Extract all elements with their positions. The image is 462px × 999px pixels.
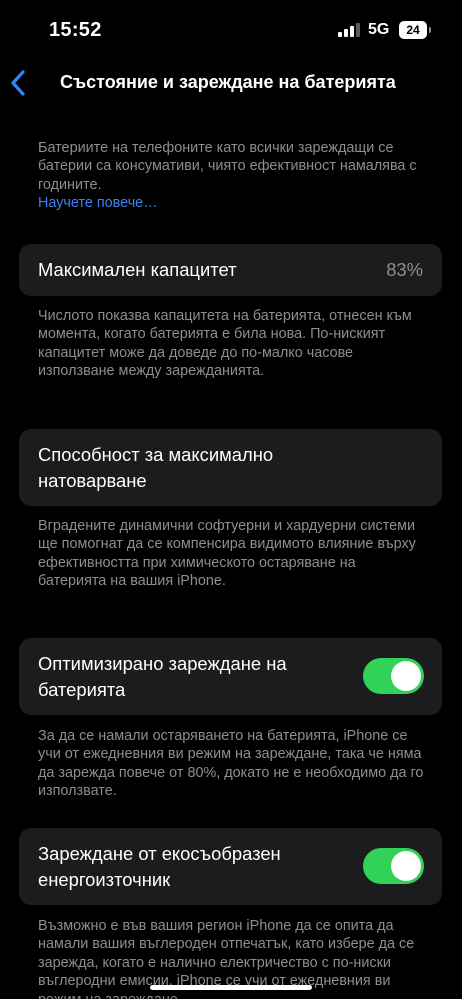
- optimized-charging-label: Оптимизирано зареждане на батерията: [38, 653, 287, 700]
- clean-energy-label: Зареждане от екосъобразен енергоизточник: [38, 843, 281, 890]
- home-indicator[interactable]: [150, 985, 312, 990]
- navigation-bar: Състояние и зареждане на батерията: [0, 60, 462, 110]
- peak-performance-label: Способност за максимално натоварване: [38, 444, 274, 491]
- max-capacity-label: Максимален капацитет: [38, 259, 237, 280]
- optimized-charging-footer: За да се намали остаряването на батерият…: [38, 728, 424, 800]
- page-title: Състояние и зареждане на батерията: [60, 72, 396, 92]
- intro-section: Батериите на телефоните като всички заре…: [38, 139, 424, 213]
- optimized-charging-row: Оптимизирано зареждане на батерията: [19, 638, 442, 715]
- battery-icon: 24: [399, 21, 427, 39]
- peak-performance-footer: Вградените динамични софтуерни и хардуер…: [38, 518, 416, 590]
- learn-more-link[interactable]: Научете повече…: [38, 194, 424, 212]
- max-capacity-value: 83%: [386, 259, 423, 280]
- chevron-left-icon[interactable]: [8, 68, 30, 98]
- cellular-signal-icon: [338, 23, 362, 37]
- status-bar: 15:52 5G 24: [0, 0, 462, 60]
- clean-energy-toggle[interactable]: [363, 848, 424, 884]
- max-capacity-footer: Числото показва капацитета на батерията,…: [38, 308, 412, 380]
- clean-energy-row: Зареждане от екосъобразен енергоизточник: [19, 828, 442, 905]
- optimized-charging-toggle[interactable]: [363, 658, 424, 694]
- network-type: 5G: [368, 21, 390, 38]
- max-capacity-row: Максимален капацитет 83%: [19, 244, 442, 296]
- status-time: 15:52: [49, 19, 102, 41]
- battery-nub: [429, 27, 431, 33]
- peak-performance-row: Способност за максимално натоварване: [19, 429, 442, 506]
- toggle-knob: [391, 661, 421, 691]
- intro-text: Батериите на телефоните като всички заре…: [38, 140, 417, 193]
- toggle-knob: [391, 851, 421, 881]
